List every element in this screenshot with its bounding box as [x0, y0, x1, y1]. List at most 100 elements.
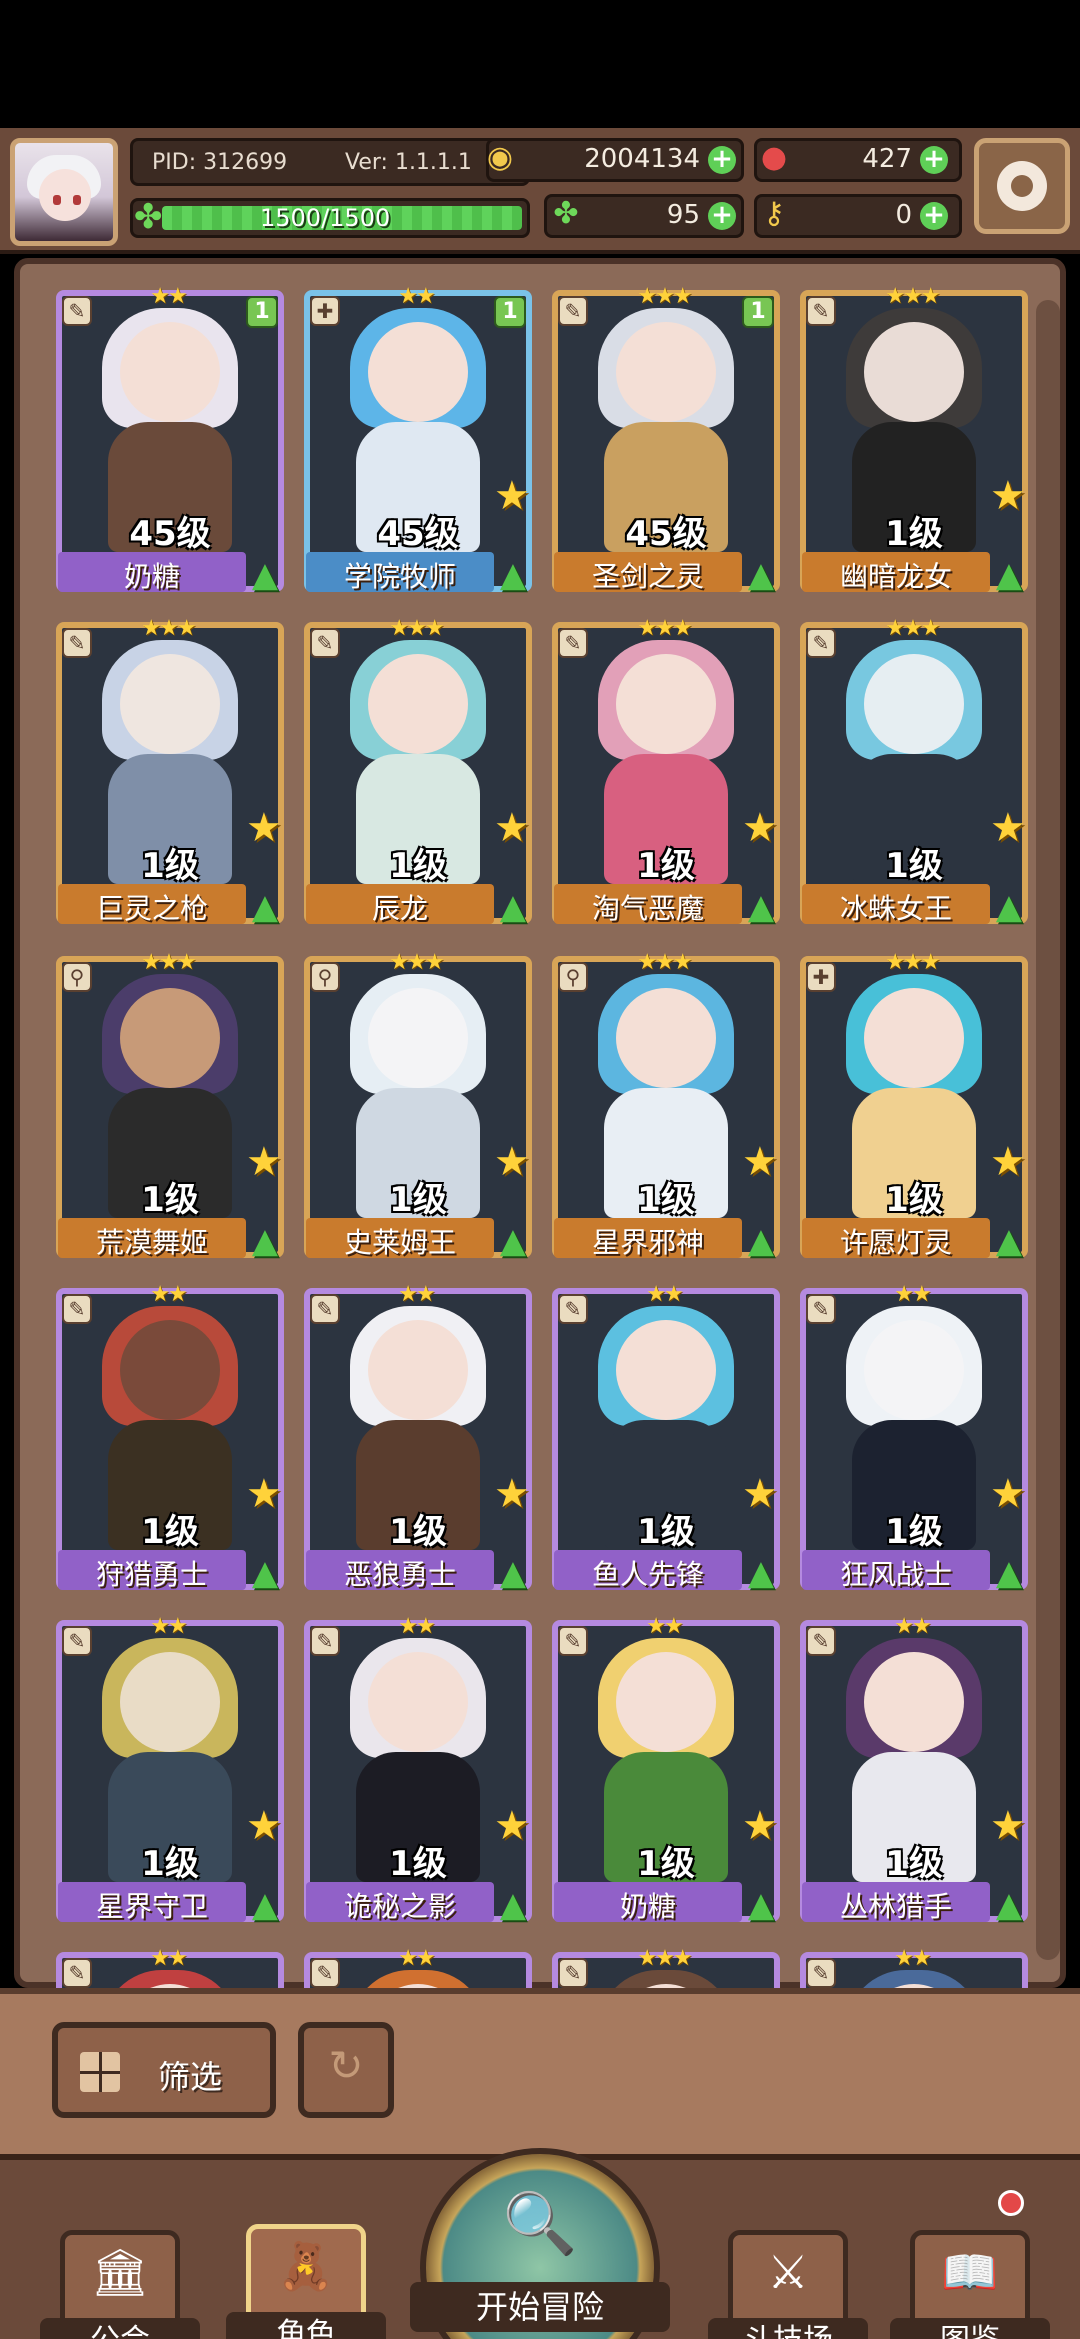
favorite-star-icon[interactable]: ★ [494, 808, 534, 848]
refresh-button[interactable]: ↻ [298, 2022, 394, 2118]
level-up-arrow-icon[interactable]: ▲ [988, 1220, 1030, 1262]
favorite-star-icon[interactable]: ★ [990, 808, 1030, 848]
character-name: 淘气恶魔 [591, 892, 704, 925]
app-root: PID: 312699 Ver: 1.1.1.1 ✤ 1500/1500 ◉ 2… [0, 0, 1080, 2339]
class-icon: ✎ [62, 1958, 92, 1988]
add-gems-button[interactable]: + [920, 146, 948, 174]
favorite-star-icon[interactable]: ★ [742, 1474, 782, 1514]
favorite-star-icon[interactable]: ★ [990, 476, 1030, 516]
portrait-face [120, 654, 220, 754]
add-clover-button[interactable]: + [708, 202, 736, 230]
character-card[interactable]: ★★★ ⚲ 1级 ★ 星界邪神 ▲ [552, 950, 782, 1266]
favorite-star-icon[interactable]: ★ [494, 1806, 534, 1846]
level-up-arrow-icon[interactable]: ▲ [740, 886, 782, 928]
portrait-face [616, 1652, 716, 1752]
class-icon: ✎ [806, 628, 836, 658]
character-name: 史莱姆王 [343, 1226, 456, 1259]
favorite-star-icon[interactable]: ★ [990, 1806, 1030, 1846]
favorite-star-icon[interactable]: ★ [990, 1474, 1030, 1514]
player-avatar[interactable] [10, 138, 118, 246]
rarity-stars: ★★★ [637, 950, 692, 975]
character-card[interactable]: ★★★ ✚ 1级 ★ 许愿灯灵 ▲ [800, 950, 1030, 1266]
level-up-arrow-icon[interactable]: ▲ [492, 1552, 534, 1594]
character-name: 奶糖 [619, 1890, 676, 1923]
nav-characters[interactable]: 🧸 角色 [226, 2184, 386, 2339]
guild-building-icon: 🏛 [90, 2245, 150, 2299]
favorite-star-icon[interactable]: ★ [742, 1142, 782, 1182]
level-up-arrow-icon[interactable]: ▲ [740, 1884, 782, 1926]
level-up-arrow-icon[interactable]: ▲ [244, 886, 286, 928]
portrait-face [864, 1320, 964, 1420]
favorite-star-icon[interactable]: ★ [246, 1142, 286, 1182]
character-card[interactable]: ★★ ✎ 1级 ★ 星界守卫 ▲ [56, 1614, 286, 1930]
grid-scrollbar[interactable] [1036, 300, 1060, 1960]
favorite-star-icon[interactable]: ★ [494, 476, 534, 516]
favorite-star-icon[interactable]: ★ [990, 1142, 1030, 1182]
level-up-arrow-icon[interactable]: ▲ [244, 1552, 286, 1594]
level-up-arrow-icon[interactable]: ▲ [244, 1884, 286, 1926]
character-card[interactable]: ★★ ✎ 1级 ★ 恶狼勇士 ▲ [304, 1282, 534, 1598]
level-up-arrow-icon[interactable]: ▲ [740, 1552, 782, 1594]
character-name: 幽暗龙女 [839, 560, 952, 593]
rarity-stars: ★★★ [141, 950, 196, 975]
character-card[interactable]: ★★★ ✎ 1 45级 圣剑之灵 ▲ [552, 284, 782, 600]
add-keys-button[interactable]: + [920, 202, 948, 230]
character-name: 学院牧师 [343, 560, 456, 593]
character-name: 许愿灯灵 [839, 1226, 952, 1259]
character-card[interactable]: ★★ ✎ 1级 ★ 狩猎勇士 ▲ [56, 1282, 286, 1598]
rarity-stars: ★★★ [389, 950, 444, 975]
character-card[interactable]: ★★ ✎ 1级 ★ 狂风战士 ▲ [800, 1282, 1030, 1598]
character-card[interactable]: ★★ ✎ 1 45级 奶糖 ▲ [56, 284, 286, 600]
portrait-face [120, 988, 220, 1088]
favorite-star-icon[interactable]: ★ [494, 1142, 534, 1182]
character-card[interactable]: ★★★ ✎ 1级 ★ 淘气恶魔 ▲ [552, 616, 782, 932]
favorite-star-icon[interactable]: ★ [742, 1806, 782, 1846]
character-card[interactable]: ★★ ✎ 1级 ★ 丛林猎手 ▲ [800, 1614, 1030, 1930]
rarity-stars: ★★★ [637, 1946, 692, 1971]
level-up-arrow-icon[interactable]: ▲ [492, 1884, 534, 1926]
nav-codex-label: 图鉴 [890, 2318, 1050, 2339]
favorite-star-icon[interactable]: ★ [246, 808, 286, 848]
character-name: 恶狼勇士 [343, 1558, 456, 1591]
character-card[interactable]: ★★★ ⚲ 1级 ★ 荒漠舞姬 ▲ [56, 950, 286, 1266]
class-icon: ✎ [558, 296, 588, 326]
class-icon: ✎ [62, 296, 92, 326]
class-icon: ✎ [806, 1626, 836, 1656]
character-level: 45级 [625, 514, 707, 554]
character-card[interactable]: ★★★ ✎ 1级 ★ 幽暗龙女 ▲ [800, 284, 1030, 600]
character-card[interactable]: ★★ ✎ 1级 ★ 诡秘之影 ▲ [304, 1614, 534, 1930]
nav-adventure[interactable]: 🔍 开始冒险 [410, 2148, 670, 2339]
character-card[interactable]: ★★ ✎ 1级 ★ 鱼人先锋 ▲ [552, 1282, 782, 1598]
add-gold-button[interactable]: + [708, 146, 736, 174]
level-up-arrow-icon[interactable]: ▲ [988, 554, 1030, 596]
portrait-face [616, 654, 716, 754]
character-card[interactable]: ★★★ ✎ 1级 ★ 辰龙 ▲ [304, 616, 534, 932]
crossed-swords-icon: ⚔ [767, 2245, 809, 2299]
level-up-arrow-icon[interactable]: ▲ [244, 1220, 286, 1262]
level-up-arrow-icon[interactable]: ▲ [988, 886, 1030, 928]
settings-button[interactable] [974, 138, 1070, 234]
character-name: 星界守卫 [95, 1890, 208, 1923]
nav-arena[interactable]: ⚔ 斗技场 [708, 2190, 868, 2339]
favorite-star-icon[interactable]: ★ [246, 1474, 286, 1514]
level-up-arrow-icon[interactable]: ▲ [740, 554, 782, 596]
nav-guild[interactable]: 🏛 公会 [40, 2190, 200, 2339]
favorite-star-icon[interactable]: ★ [742, 808, 782, 848]
team-slot-badge: 1 [494, 296, 526, 328]
filter-button[interactable]: 筛选 [52, 2022, 276, 2118]
level-up-arrow-icon[interactable]: ▲ [244, 554, 286, 596]
level-up-arrow-icon[interactable]: ▲ [988, 1884, 1030, 1926]
favorite-star-icon[interactable]: ★ [246, 1806, 286, 1846]
character-card[interactable]: ★★ ✚ 1 45级 ★ 学院牧师 ▲ [304, 284, 534, 600]
level-up-arrow-icon[interactable]: ▲ [988, 1552, 1030, 1594]
character-card[interactable]: ★★★ ⚲ 1级 ★ 史莱姆王 ▲ [304, 950, 534, 1266]
level-up-arrow-icon[interactable]: ▲ [492, 554, 534, 596]
favorite-star-icon[interactable]: ★ [494, 1474, 534, 1514]
level-up-arrow-icon[interactable]: ▲ [740, 1220, 782, 1262]
level-up-arrow-icon[interactable]: ▲ [492, 886, 534, 928]
character-card[interactable]: ★★★ ✎ 1级 ★ 冰蛛女王 ▲ [800, 616, 1030, 932]
character-card[interactable]: ★★★ ✎ 1级 ★ 巨灵之枪 ▲ [56, 616, 286, 932]
portrait-face [120, 1320, 220, 1420]
level-up-arrow-icon[interactable]: ▲ [492, 1220, 534, 1262]
character-card[interactable]: ★★ ✎ 1级 ★ 奶糖 ▲ [552, 1614, 782, 1930]
